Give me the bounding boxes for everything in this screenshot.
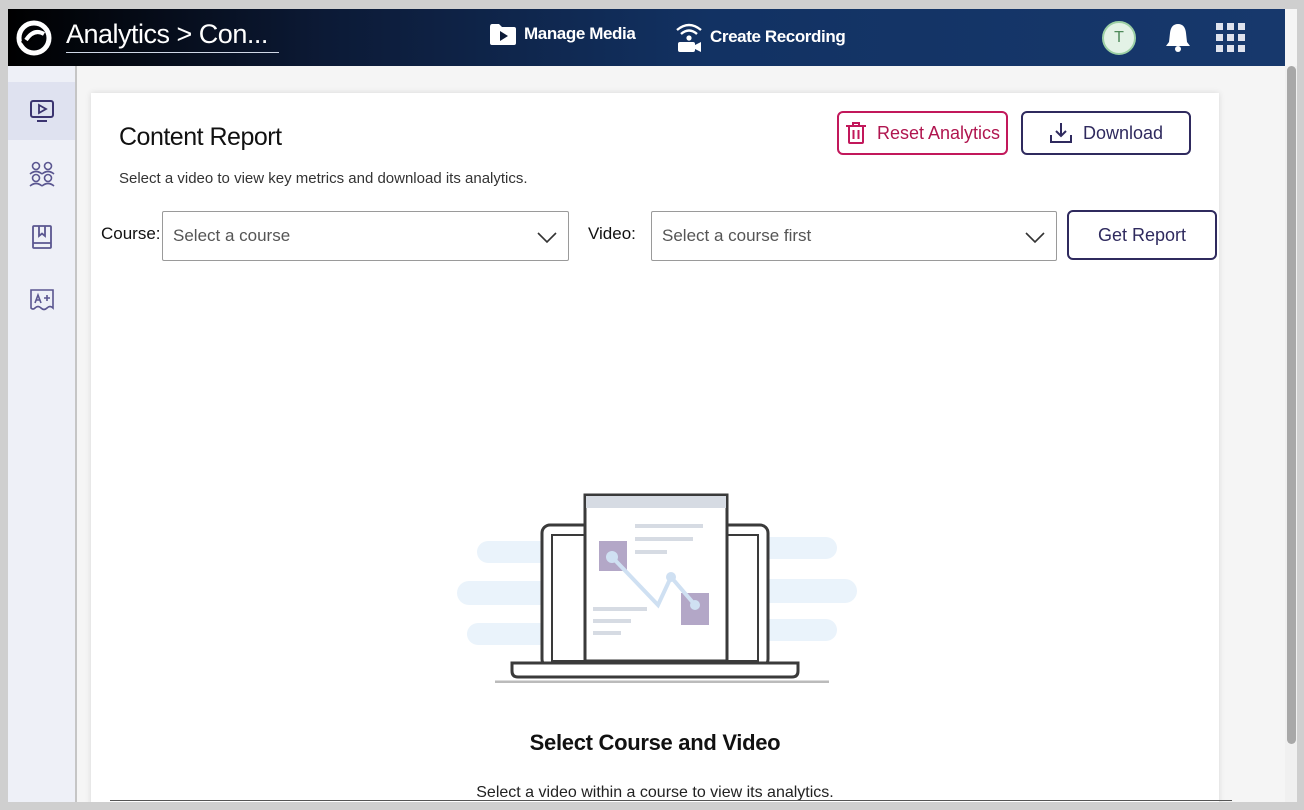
course-label: Course: (101, 224, 161, 243)
reset-analytics-label: Reset Analytics (876, 122, 1001, 143)
download-label: Download (1082, 122, 1164, 143)
create-recording-label: Create Recording (710, 27, 846, 46)
sidebar-item-content[interactable] (8, 82, 75, 140)
users-icon (28, 161, 55, 187)
vertical-scrollbar[interactable] (1285, 66, 1297, 802)
user-avatar[interactable]: T (1102, 21, 1136, 55)
download-icon (1049, 123, 1072, 143)
empty-state-title: Select Course and Video (529, 730, 781, 755)
left-sidebar (8, 66, 77, 802)
media-folder-icon (490, 24, 516, 45)
create-recording-button[interactable]: Create Recording (674, 21, 846, 53)
course-select-placeholder: Select a course (173, 226, 291, 245)
page-title: Content Report (119, 123, 282, 151)
sidebar-item-grades[interactable] (8, 271, 75, 329)
manage-media-button[interactable]: Manage Media (488, 21, 636, 47)
chevron-down-icon (537, 232, 557, 244)
page-subtitle: Select a video to view key metrics and d… (119, 170, 528, 187)
course-select[interactable]: Select a course (162, 211, 569, 261)
scrollbar-thumb[interactable] (1287, 66, 1296, 744)
recording-camera-icon (676, 23, 702, 52)
sidebar-item-library[interactable] (8, 208, 75, 266)
video-icon (29, 100, 54, 122)
breadcrumb[interactable]: Analytics > Con... (66, 19, 279, 53)
content-report-card: Content Report Select a video to view ke… (91, 93, 1219, 802)
top-bar: Analytics > Con... Manage Media Create R… (8, 9, 1285, 66)
apps-grid-icon[interactable] (1216, 23, 1246, 53)
app-logo-icon[interactable] (14, 20, 54, 56)
chevron-down-icon (1025, 232, 1045, 244)
sidebar-item-users[interactable] (8, 145, 75, 203)
get-report-button[interactable]: Get Report (1067, 210, 1217, 260)
grade-icon (29, 289, 54, 311)
video-select[interactable]: Select a course first (651, 211, 1057, 261)
app-window: Analytics > Con... Manage Media Create R… (8, 9, 1297, 802)
reset-analytics-button[interactable]: Reset Analytics (837, 111, 1008, 155)
download-button[interactable]: Download (1021, 111, 1191, 155)
bell-icon[interactable] (1163, 21, 1193, 53)
bottom-divider (110, 800, 1232, 801)
video-select-placeholder: Select a course first (662, 226, 812, 245)
trash-icon (845, 122, 866, 144)
manage-media-label: Manage Media (524, 24, 636, 43)
book-icon (31, 225, 52, 249)
empty-state-illustration (457, 493, 857, 683)
video-label: Video: (588, 224, 636, 243)
